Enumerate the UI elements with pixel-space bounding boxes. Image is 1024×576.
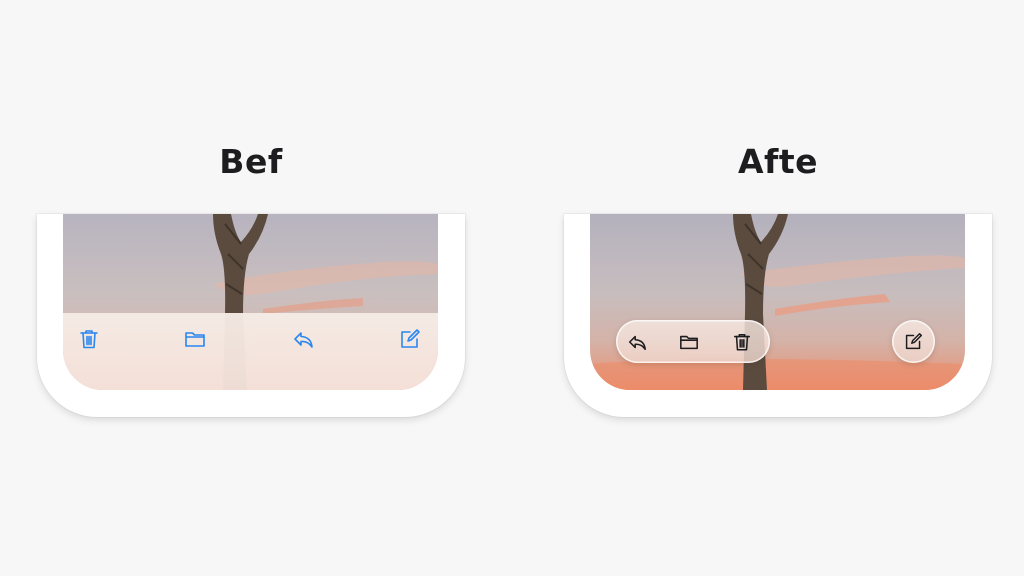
before-heading: Bef — [219, 142, 283, 181]
reply-icon[interactable] — [627, 332, 647, 352]
folder-icon[interactable] — [679, 332, 699, 352]
folder-icon[interactable] — [184, 328, 206, 350]
after-heading: Afte — [737, 142, 819, 181]
trash-icon[interactable] — [78, 328, 100, 350]
compose-button[interactable] — [892, 320, 935, 363]
reply-icon[interactable] — [292, 328, 314, 350]
floating-action-pill — [616, 320, 770, 363]
background-photo — [590, 214, 965, 390]
screen-after — [590, 214, 965, 390]
phone-frame-after — [564, 214, 992, 417]
phone-frame-before — [37, 214, 465, 417]
compose-icon — [905, 332, 923, 350]
trash-icon[interactable] — [732, 332, 752, 352]
compose-icon[interactable] — [399, 328, 421, 350]
screen-before — [63, 214, 438, 390]
bottom-toolbar — [63, 313, 438, 390]
